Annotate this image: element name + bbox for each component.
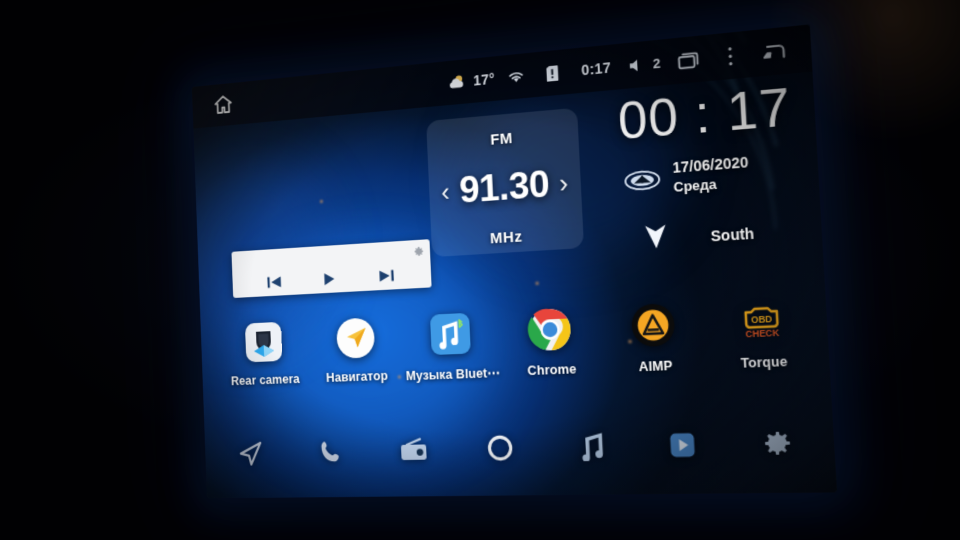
recents-icon[interactable] [660,49,710,72]
settings-gear-icon[interactable] [413,244,424,257]
navigator-arrow-icon [333,314,378,362]
status-time: 0:17 [580,59,612,79]
overflow-menu-icon[interactable] [709,45,743,68]
compass-direction: South [710,224,755,245]
bluetooth-music-icon [427,310,474,359]
app-torque[interactable]: OBD CHECK Torque [714,293,811,371]
app-label: Rear camera [230,372,300,389]
svg-text:CHECK: CHECK [745,327,780,339]
skip-next-icon[interactable] [377,267,396,283]
app-label: Музыка Bluet⋯ [405,365,501,384]
torque-obd-icon: OBD CHECK [735,294,789,346]
navigation-bar [204,406,837,498]
home-circle-icon[interactable] [482,430,518,466]
clock-date-block: 17/06/2020 Среда [603,148,811,202]
partly-cloudy-icon [439,73,474,92]
app-label: Chrome [527,361,577,379]
volume-icon [619,55,653,74]
phone-icon[interactable] [314,434,347,468]
temperature-text: 17° [472,70,495,89]
app-chrome[interactable]: Chrome [506,304,595,379]
wifi-icon [494,67,534,86]
chevron-left-icon[interactable]: ‹ [439,176,452,207]
music-note-icon[interactable] [571,428,608,464]
app-aimp[interactable]: AIMP [608,299,701,376]
svg-text:OBD: OBD [751,313,773,325]
video-play-icon[interactable] [663,426,702,463]
settings-gear-icon[interactable] [758,424,798,462]
clock-widget[interactable]: 00 : 17 17/06/2020 Среда South [599,75,814,260]
rear-camera-icon [242,319,285,366]
back-arrow-icon[interactable] [742,40,796,63]
radio-unit-label: MHz [489,228,523,248]
app-label: Навигатор [325,368,389,385]
home-icon[interactable] [211,91,235,118]
app-navigator[interactable]: Навигатор [315,313,397,385]
head-unit-screen-frame: 17° 0:17 2 FM ‹ 91.30 › MHz 00: 17 17/0… [191,24,838,499]
clock-weekday: Среда [673,176,718,196]
sdcard-alert-icon [533,63,567,84]
app-rear-camera[interactable]: Rear camera [225,318,303,388]
radio-frequency-value: 91.30 [458,162,551,211]
compass-arrow-icon [641,221,670,257]
app-label: Torque [740,354,788,371]
skip-previous-icon[interactable] [265,274,283,290]
aimp-icon [628,300,679,351]
radio-widget: FM ‹ 91.30 › MHz [405,106,607,263]
head-unit-screen: 17° 0:17 2 FM ‹ 91.30 › MHz 00: 17 17/0… [191,24,838,499]
media-controls [232,265,431,291]
chevron-right-icon[interactable]: › [557,167,571,199]
play-icon[interactable] [321,271,339,287]
navigation-arrow-icon[interactable] [235,436,267,470]
app-label: AIMP [638,358,673,375]
radio-band-label: FM [489,129,514,149]
chrome-icon [525,305,574,355]
app-bluetooth-music[interactable]: Музыка Bluet⋯ [406,309,500,383]
lada-logo-icon [624,168,661,192]
radio-frequency-row: ‹ 91.30 › [407,158,604,215]
radio-icon[interactable] [397,432,431,467]
clock-date-text: 17/06/2020 Среда [672,152,750,197]
photo-stage: 17° 0:17 2 FM ‹ 91.30 › MHz 00: 17 17/0… [0,0,960,540]
